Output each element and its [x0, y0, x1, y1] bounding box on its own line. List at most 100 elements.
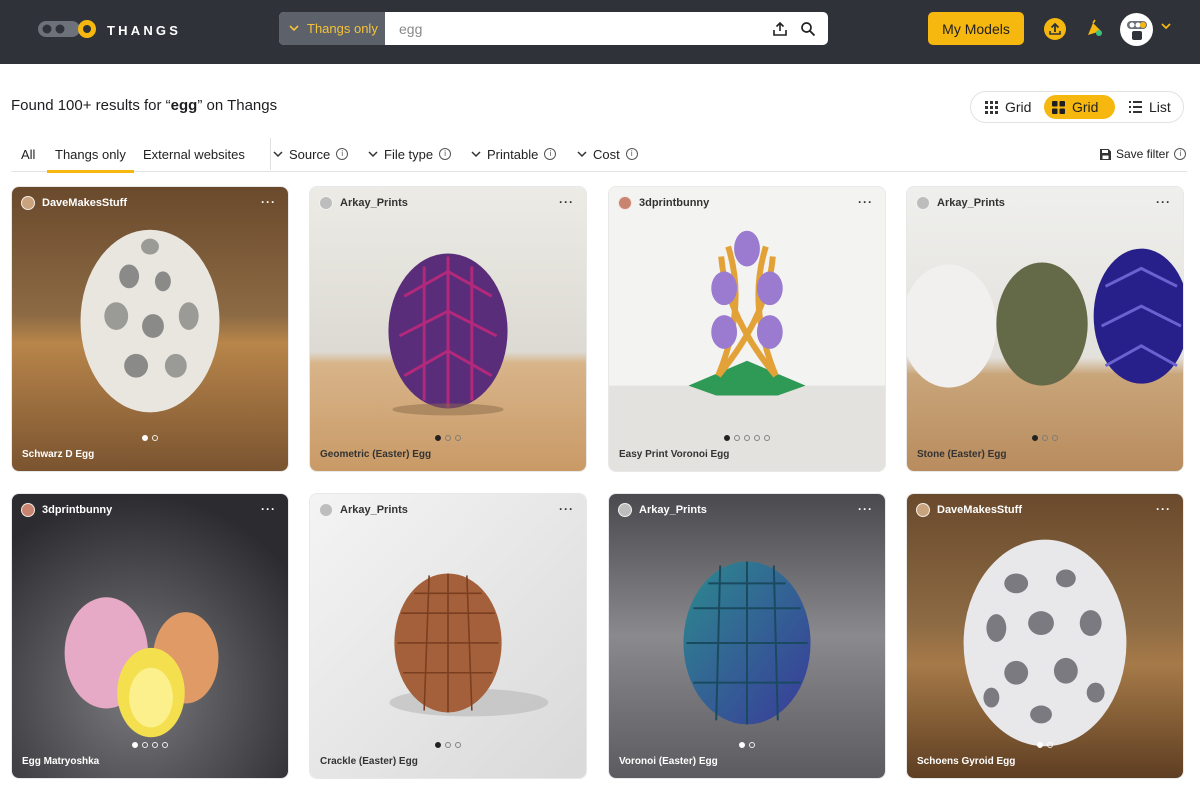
carousel-dot[interactable] [1032, 435, 1038, 441]
model-thumbnail[interactable] [12, 187, 288, 471]
card-title[interactable]: Voronoi (Easter) Egg [619, 756, 718, 767]
search-input[interactable] [385, 12, 755, 45]
model-card[interactable]: Arkay_Prints ··· Geometric (Easter) Egg [309, 186, 587, 472]
notifications-icon[interactable] [1082, 16, 1108, 42]
carousel-dot[interactable] [445, 435, 451, 441]
tab-thangs-only[interactable]: Thangs only [47, 136, 134, 173]
chevron-down-icon [471, 150, 481, 157]
thangs-logo-icon[interactable] [38, 18, 98, 40]
model-thumbnail[interactable] [609, 187, 885, 471]
carousel-dot[interactable] [152, 742, 158, 748]
my-models-button[interactable]: My Models [928, 12, 1024, 45]
card-title[interactable]: Stone (Easter) Egg [917, 449, 1006, 460]
carousel-dot[interactable] [744, 435, 750, 441]
model-card[interactable]: DaveMakesStuff ··· Schwarz D Egg [11, 186, 289, 472]
card-author[interactable]: Arkay_Prints [319, 503, 408, 517]
carousel-dot[interactable] [435, 435, 441, 441]
carousel-dot[interactable] [1047, 742, 1053, 748]
card-title[interactable]: Easy Print Voronoi Egg [619, 449, 729, 460]
carousel-dot[interactable] [1042, 435, 1048, 441]
save-filter-button[interactable]: Save filter i [1100, 136, 1187, 172]
card-author[interactable]: DaveMakesStuff [21, 196, 127, 210]
model-thumbnail[interactable] [310, 187, 586, 471]
view-grid-dense-button[interactable]: Grid [977, 95, 1039, 119]
model-thumbnail[interactable] [907, 494, 1183, 778]
avatar [21, 503, 35, 517]
carousel-dot[interactable] [749, 742, 755, 748]
card-title[interactable]: Schoens Gyroid Egg [917, 756, 1015, 767]
model-card[interactable]: Arkay_Prints ··· Crackle (Easter) Egg [309, 493, 587, 779]
card-author[interactable]: 3dprintbunny [21, 503, 112, 517]
upload-icon[interactable] [1042, 16, 1068, 42]
more-options-icon[interactable]: ··· [1156, 195, 1171, 209]
more-options-icon[interactable]: ··· [559, 502, 574, 516]
card-author[interactable]: Arkay_Prints [319, 196, 408, 210]
carousel-dot[interactable] [734, 435, 740, 441]
carousel-dot[interactable] [455, 435, 461, 441]
carousel-dot[interactable] [455, 742, 461, 748]
view-list-button[interactable]: List [1121, 95, 1179, 119]
avatar [319, 503, 333, 517]
model-thumbnail[interactable] [907, 187, 1183, 471]
carousel-dot[interactable] [724, 435, 730, 441]
carousel-dot[interactable] [132, 742, 138, 748]
search-scope-dropdown[interactable]: Thangs only [279, 12, 385, 45]
search-icon[interactable] [797, 18, 819, 40]
info-icon[interactable]: i [439, 148, 452, 160]
upload-search-icon[interactable] [769, 18, 791, 40]
model-card[interactable]: 3dprintbunny ··· Easy Print Voronoi Egg [608, 186, 886, 472]
card-author[interactable]: Arkay_Prints [916, 196, 1005, 210]
info-icon[interactable]: i [1174, 148, 1187, 160]
card-title[interactable]: Crackle (Easter) Egg [320, 756, 418, 767]
model-card[interactable]: DaveMakesStuff ··· Schoens Gyroid Egg [906, 493, 1184, 779]
more-options-icon[interactable]: ··· [858, 195, 873, 209]
more-options-icon[interactable]: ··· [261, 195, 276, 209]
card-author[interactable]: 3dprintbunny [618, 196, 709, 210]
chevron-down-icon[interactable] [1160, 22, 1172, 30]
carousel-dot[interactable] [1037, 742, 1043, 748]
carousel-dot[interactable] [754, 435, 760, 441]
cost-filter-dropdown[interactable]: Cost i [577, 136, 638, 172]
more-options-icon[interactable]: ··· [858, 502, 873, 516]
card-author[interactable]: Arkay_Prints [618, 503, 707, 517]
model-card[interactable]: Arkay_Prints ··· Stone (Easter) Egg [906, 186, 1184, 472]
carousel-dot[interactable] [152, 435, 158, 441]
info-icon[interactable]: i [625, 148, 638, 160]
model-thumbnail[interactable] [12, 494, 288, 778]
view-grid-button[interactable]: Grid [1044, 95, 1115, 119]
user-avatar[interactable] [1120, 13, 1153, 46]
tab-external-websites[interactable]: External websites [143, 136, 245, 172]
carousel-dot[interactable] [142, 742, 148, 748]
carousel-dot[interactable] [739, 742, 745, 748]
card-title[interactable]: Egg Matryoshka [22, 756, 99, 767]
carousel-dot[interactable] [764, 435, 770, 441]
more-options-icon[interactable]: ··· [559, 195, 574, 209]
info-icon[interactable]: i [336, 148, 349, 160]
model-card[interactable]: Arkay_Prints ··· Voronoi (Easter) Egg [608, 493, 886, 779]
carousel-dot[interactable] [1052, 435, 1058, 441]
model-thumbnail[interactable] [310, 494, 586, 778]
author-name: Arkay_Prints [340, 504, 408, 516]
more-options-icon[interactable]: ··· [1156, 502, 1171, 516]
model-thumbnail[interactable] [609, 494, 885, 778]
filter-label: File type [384, 146, 434, 162]
model-card[interactable]: 3dprintbunny ··· Egg Matryoshka [11, 493, 289, 779]
tab-all[interactable]: All [21, 136, 35, 172]
source-filter-dropdown[interactable]: Source i [273, 136, 349, 172]
results-heading: Found 100+ results for “egg” on Thangs [11, 97, 277, 114]
carousel-dot[interactable] [162, 742, 168, 748]
carousel-dot[interactable] [435, 742, 441, 748]
card-title[interactable]: Geometric (Easter) Egg [320, 449, 431, 460]
carousel-dot[interactable] [142, 435, 148, 441]
author-name: 3dprintbunny [42, 504, 113, 516]
file-type-filter-dropdown[interactable]: File type i [368, 136, 452, 172]
author-name: DaveMakesStuff [42, 197, 127, 209]
carousel-dot[interactable] [445, 742, 451, 748]
info-icon[interactable]: i [544, 148, 557, 160]
printable-filter-dropdown[interactable]: Printable i [471, 136, 557, 172]
more-options-icon[interactable]: ··· [261, 502, 276, 516]
card-author[interactable]: DaveMakesStuff [916, 503, 1022, 517]
card-title[interactable]: Schwarz D Egg [22, 449, 94, 460]
brand-name[interactable]: THANGS [107, 23, 181, 38]
chevron-down-icon [368, 150, 378, 157]
